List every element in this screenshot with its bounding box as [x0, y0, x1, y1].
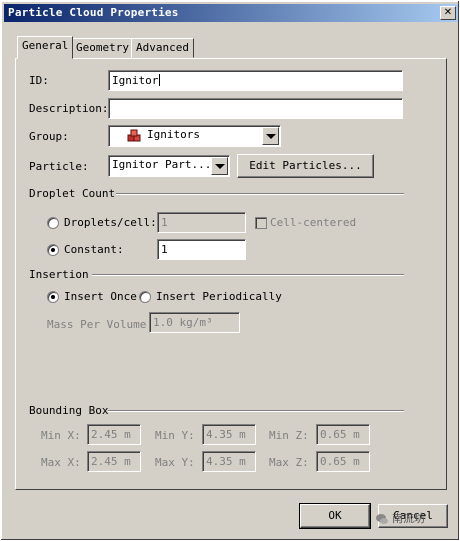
min-y-label: Min Y: [155, 429, 195, 442]
insert-periodically-radio[interactable] [139, 291, 151, 303]
id-input-value: Ignitor [112, 74, 159, 87]
tab-general[interactable]: General [17, 36, 74, 59]
tab-advanced-label: Advanced [136, 41, 189, 54]
cube-group-icon [127, 129, 141, 142]
id-label: ID: [29, 74, 49, 87]
group-label: Group: [29, 130, 69, 143]
min-x-label: Min X: [41, 429, 81, 442]
particle-select[interactable]: Ignitor Part... [108, 155, 230, 177]
min-z-input: 0.65 m [316, 424, 370, 445]
droplets-per-cell-input: 1 [157, 212, 246, 233]
max-x-label: Max X: [41, 456, 81, 469]
close-icon: ✕ [443, 7, 453, 18]
properties-dialog: Particle Cloud Properties ✕ General Geom… [0, 0, 460, 541]
bounding-box-heading: Bounding Box [29, 404, 109, 417]
min-z-label: Min Z: [269, 429, 309, 442]
min-x-input: 2.45 m [87, 424, 141, 445]
constant-radio[interactable] [47, 244, 59, 256]
min-y-input: 4.35 m [202, 424, 256, 445]
edit-particles-button[interactable]: Edit Particles... [237, 154, 374, 178]
window-title: Particle Cloud Properties [8, 6, 179, 19]
insertion-divider [92, 274, 404, 276]
description-input[interactable] [108, 98, 403, 119]
tab-geometry[interactable]: Geometry [71, 38, 134, 58]
tab-advanced[interactable]: Advanced [131, 38, 194, 58]
close-button[interactable]: ✕ [440, 6, 456, 20]
insert-periodically-label: Insert Periodically [156, 290, 282, 303]
tab-geometry-label: Geometry [76, 41, 129, 54]
max-z-input: 0.65 m [316, 451, 370, 472]
mass-per-volume-input: 1.0 kg/m³ [149, 312, 240, 333]
group-select[interactable]: Ignitors [108, 125, 281, 147]
description-label: Description: [29, 102, 109, 115]
insertion-heading: Insertion [29, 268, 89, 281]
chevron-down-icon[interactable] [262, 127, 279, 145]
max-y-label: Max Y: [155, 456, 195, 469]
watermark-text: 南流坊 [392, 512, 425, 525]
general-tab-panel: ID: Ignitor Description: Group: Ignitors… [15, 58, 447, 490]
max-z-label: Max Z: [269, 456, 309, 469]
id-input[interactable]: Ignitor [108, 70, 403, 91]
cell-centered-label: Cell-centered [270, 216, 357, 229]
max-x-input: 2.45 m [87, 451, 141, 472]
text-caret [159, 74, 161, 86]
ok-button[interactable]: OK [299, 503, 371, 529]
droplet-count-divider [116, 193, 404, 195]
chat-bubble-icon [376, 514, 388, 524]
group-select-value: Ignitors [147, 128, 200, 141]
droplets-per-cell-label: Droplets/cell: [64, 216, 157, 229]
insert-once-radio[interactable] [47, 291, 59, 303]
particle-label: Particle: [29, 160, 89, 173]
mass-per-volume-label: Mass Per Volume: [47, 318, 153, 331]
particle-select-value: Ignitor Part... [112, 158, 212, 171]
cell-centered-checkbox [255, 217, 267, 229]
watermark: 南流坊 [375, 509, 455, 529]
constant-label: Constant: [64, 243, 124, 256]
constant-input[interactable]: 1 [157, 239, 246, 260]
droplet-count-heading: Droplet Count [29, 187, 116, 200]
bounding-box-divider [108, 410, 404, 412]
droplets-per-cell-radio[interactable] [47, 217, 59, 229]
chevron-down-icon[interactable] [211, 157, 228, 175]
tab-general-label: General [22, 39, 69, 52]
title-bar: Particle Cloud Properties ✕ [4, 4, 458, 22]
insert-once-label: Insert Once [64, 290, 137, 303]
max-y-input: 4.35 m [202, 451, 256, 472]
